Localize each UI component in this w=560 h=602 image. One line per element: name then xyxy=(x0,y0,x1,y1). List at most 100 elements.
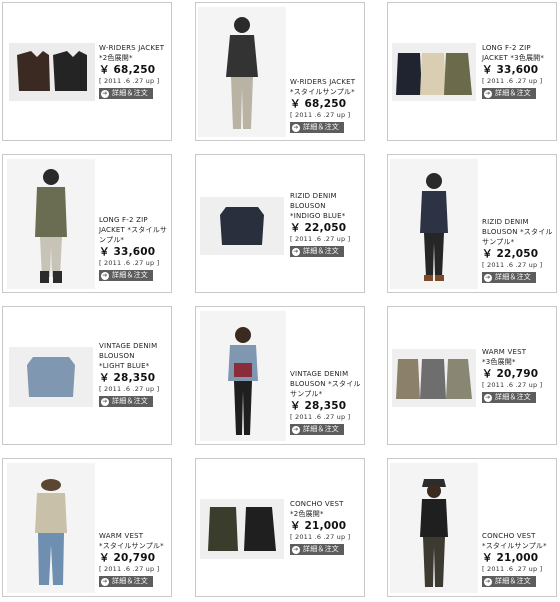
product-info: W-RIDERS JACKET *2色展開* ￥ 68,250 [ 2011 .… xyxy=(99,43,164,99)
product-card[interactable]: W-RIDERS JACKET *スタイルサンプル* ￥ 68,250 [ 20… xyxy=(195,2,365,141)
arrow-right-icon: ➔ xyxy=(292,247,300,256)
product-card[interactable]: W-RIDERS JACKET *2色展開* ￥ 68,250 [ 2011 .… xyxy=(2,2,172,141)
product-variant: *INDIGO BLUE* xyxy=(290,212,346,220)
detail-order-button[interactable]: ➔ 詳細＆注文 xyxy=(99,88,153,99)
product-date: [ 2011 .6 .27 up ] xyxy=(482,565,543,573)
detail-order-button[interactable]: ➔ 詳細＆注文 xyxy=(290,122,344,133)
detail-order-button[interactable]: ➔ 詳細＆注文 xyxy=(290,424,344,435)
product-image[interactable] xyxy=(390,463,478,593)
product-name: LONG F-2 ZIP xyxy=(99,216,148,224)
arrow-right-icon: ➔ xyxy=(101,577,109,586)
product-date: [ 2011 .6 .27 up ] xyxy=(290,235,351,243)
product-variant: JACKET *3色展開* xyxy=(482,54,545,62)
product-image[interactable] xyxy=(200,311,286,441)
button-label: 詳細＆注文 xyxy=(303,425,339,433)
arrow-right-icon: ➔ xyxy=(292,425,300,434)
button-label: 詳細＆注文 xyxy=(112,397,148,405)
product-info: LONG F-2 ZIP JACKET *スタイルサンプル* ￥ 33,600 … xyxy=(99,215,171,281)
product-date: [ 2011 .6 .27 up ] xyxy=(482,261,543,269)
button-label: 詳細＆注文 xyxy=(303,545,339,553)
detail-order-button[interactable]: ➔ 詳細＆注文 xyxy=(99,396,153,407)
arrow-right-icon: ➔ xyxy=(484,393,492,402)
product-card[interactable]: WARM VEST *3色展開* ￥ 20,790 [ 2011 .6 .27 … xyxy=(387,306,557,445)
product-image[interactable] xyxy=(9,347,93,407)
product-image[interactable] xyxy=(7,463,95,593)
product-date: [ 2011 .6 .27 up ] xyxy=(290,533,351,541)
detail-order-button[interactable]: ➔ 詳細＆注文 xyxy=(290,246,344,257)
product-date: [ 2011 .6 .27 up ] xyxy=(99,385,160,393)
arrow-right-icon: ➔ xyxy=(101,89,109,98)
product-card[interactable]: LONG F-2 ZIP JACKET *スタイルサンプル* ￥ 33,600 … xyxy=(2,154,172,293)
product-image[interactable] xyxy=(200,197,284,255)
product-date: [ 2011 .6 .27 up ] xyxy=(99,259,160,267)
detail-order-button[interactable]: ➔ 詳細＆注文 xyxy=(482,272,536,283)
product-image[interactable] xyxy=(392,43,476,101)
product-variant: *スタイルサンプル* xyxy=(99,542,164,550)
arrow-right-icon: ➔ xyxy=(292,545,300,554)
product-price: ￥ 20,790 xyxy=(482,368,539,380)
product-name: CONCHO VEST xyxy=(290,500,344,508)
product-image[interactable] xyxy=(9,43,95,101)
product-variant: BLOUSON *スタイルサンプル* xyxy=(482,228,553,246)
product-card[interactable]: RIZID DENIM BLOUSON *スタイルサンプル* ￥ 22,050 … xyxy=(387,154,557,293)
product-card[interactable]: WARM VEST *スタイルサンプル* ￥ 20,790 [ 2011 .6 … xyxy=(2,458,172,597)
product-info: CONCHO VEST *スタイルサンプル* ￥ 21,000 [ 2011 .… xyxy=(482,531,547,587)
detail-order-button[interactable]: ➔ 詳細＆注文 xyxy=(482,88,536,99)
product-variant: *2色展開* xyxy=(290,510,324,518)
product-name: WARM VEST xyxy=(99,532,144,540)
product-image[interactable] xyxy=(392,349,476,407)
product-date: [ 2011 .6 .27 up ] xyxy=(290,111,351,119)
button-label: 詳細＆注文 xyxy=(495,89,531,97)
detail-order-button[interactable]: ➔ 詳細＆注文 xyxy=(99,576,153,587)
product-price: ￥ 33,600 xyxy=(99,246,156,258)
product-info: WARM VEST *3色展開* ￥ 20,790 [ 2011 .6 .27 … xyxy=(482,347,542,403)
arrow-right-icon: ➔ xyxy=(101,271,109,280)
product-info: WARM VEST *スタイルサンプル* ￥ 20,790 [ 2011 .6 … xyxy=(99,531,164,587)
product-image[interactable] xyxy=(200,499,284,559)
product-name: RIZID DENIM BLOUSON xyxy=(290,192,337,210)
product-card[interactable]: CONCHO VEST *2色展開* ￥ 21,000 [ 2011 .6 .2… xyxy=(195,458,365,597)
button-label: 詳細＆注文 xyxy=(495,273,531,281)
product-name: VINTAGE DENIM xyxy=(290,370,349,378)
product-card[interactable]: RIZID DENIM BLOUSON *INDIGO BLUE* ￥ 22,0… xyxy=(195,154,365,293)
product-card[interactable]: VINTAGE DENIM BLOUSON *スタイルサンプル* ￥ 28,35… xyxy=(195,306,365,445)
detail-order-button[interactable]: ➔ 詳細＆注文 xyxy=(290,544,344,555)
product-image[interactable] xyxy=(390,159,478,289)
button-label: 詳細＆注文 xyxy=(495,577,531,585)
product-date: [ 2011 .6 .27 up ] xyxy=(290,413,351,421)
product-variant: *3色展開* xyxy=(482,358,516,366)
arrow-right-icon: ➔ xyxy=(292,123,300,132)
product-variant: *スタイルサンプル* xyxy=(290,88,355,96)
product-price: ￥ 68,250 xyxy=(290,98,347,110)
button-label: 詳細＆注文 xyxy=(495,393,531,401)
arrow-right-icon: ➔ xyxy=(101,397,109,406)
product-price: ￥ 68,250 xyxy=(99,64,156,76)
product-price: ￥ 33,600 xyxy=(482,64,539,76)
product-info: LONG F-2 ZIP JACKET *3色展開* ￥ 33,600 [ 20… xyxy=(482,43,544,99)
product-image[interactable] xyxy=(7,159,95,289)
product-variant: *LIGHT BLUE* xyxy=(99,362,150,370)
product-card[interactable]: LONG F-2 ZIP JACKET *3色展開* ￥ 33,600 [ 20… xyxy=(387,2,557,141)
product-price: ￥ 28,350 xyxy=(290,400,347,412)
detail-order-button[interactable]: ➔ 詳細＆注文 xyxy=(482,576,536,587)
product-name: VINTAGE DENIM BLOUSON xyxy=(99,342,158,360)
product-card[interactable]: VINTAGE DENIM BLOUSON *LIGHT BLUE* ￥ 28,… xyxy=(2,306,172,445)
button-label: 詳細＆注文 xyxy=(303,247,339,255)
product-info: CONCHO VEST *2色展開* ￥ 21,000 [ 2011 .6 .2… xyxy=(290,499,350,555)
button-label: 詳細＆注文 xyxy=(112,577,148,585)
product-variant: *2色展開* xyxy=(99,54,133,62)
product-variant: JACKET *スタイルサンプル* xyxy=(99,226,168,244)
product-card[interactable]: CONCHO VEST *スタイルサンプル* ￥ 21,000 [ 2011 .… xyxy=(387,458,557,597)
detail-order-button[interactable]: ➔ 詳細＆注文 xyxy=(99,270,153,281)
product-info: W-RIDERS JACKET *スタイルサンプル* ￥ 68,250 [ 20… xyxy=(290,77,355,133)
arrow-right-icon: ➔ xyxy=(484,273,492,282)
product-variant: *スタイルサンプル* xyxy=(482,542,547,550)
product-price: ￥ 21,000 xyxy=(290,520,347,532)
product-name: W-RIDERS JACKET xyxy=(99,44,165,52)
product-name: WARM VEST xyxy=(482,348,527,356)
product-info: VINTAGE DENIM BLOUSON *スタイルサンプル* ￥ 28,35… xyxy=(290,369,364,435)
product-image[interactable] xyxy=(198,7,286,137)
detail-order-button[interactable]: ➔ 詳細＆注文 xyxy=(482,392,536,403)
product-info: RIZID DENIM BLOUSON *INDIGO BLUE* ￥ 22,0… xyxy=(290,191,364,257)
product-info: RIZID DENIM BLOUSON *スタイルサンプル* ￥ 22,050 … xyxy=(482,217,556,283)
